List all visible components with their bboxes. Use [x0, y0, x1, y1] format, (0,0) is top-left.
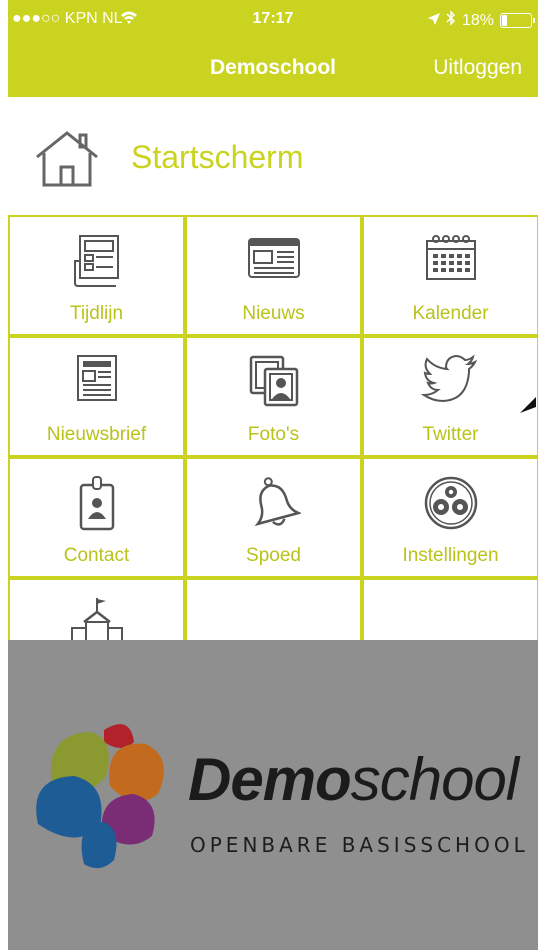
tile-spoed[interactable]: Spoed [185, 457, 362, 578]
school-icon [70, 598, 123, 645]
brand-subtitle: OPENBARE BASISSCHOOL [190, 833, 529, 857]
tile-nieuws[interactable]: Nieuws [185, 215, 362, 336]
tile-label: Nieuws [242, 303, 305, 324]
calendar-icon [425, 235, 476, 280]
logout-button[interactable]: Uitloggen [433, 56, 522, 80]
tile-label: Twitter [422, 424, 479, 445]
battery-percent: 18% [461, 11, 494, 29]
newsletter-icon [76, 355, 117, 401]
tile-instellingen[interactable]: Instellingen [362, 457, 538, 578]
navigation-bar: Demoschool Uitloggen [8, 40, 538, 97]
location-icon [427, 12, 440, 30]
tile-fotos[interactable]: Foto's [185, 336, 362, 457]
brand-name: Demoschool [188, 745, 519, 814]
stray-mark [520, 397, 536, 413]
contact-icon [79, 476, 114, 531]
tile-label: Foto's [247, 424, 300, 445]
news-icon [247, 238, 300, 278]
splash-overlay: Demoschool OPENBARE BASISSCHOOL [8, 640, 538, 950]
tile-nieuwsbrief[interactable]: Nieuwsbrief [8, 336, 185, 457]
tile-label: Nieuwsbrief [46, 424, 147, 445]
tile-contact[interactable]: Contact [8, 457, 185, 578]
tile-label: Spoed [246, 545, 301, 566]
school-logo [36, 724, 164, 869]
tile-twitter[interactable]: Twitter [362, 336, 538, 457]
battery-icon [500, 13, 535, 28]
bell-icon [254, 477, 301, 527]
status-bar: ●●●○○ KPN NL 17:17 18% [8, 0, 538, 40]
page-header: Startscherm [8, 97, 538, 215]
tile-label: Tijdlijn [69, 303, 124, 324]
page-title: Startscherm [131, 139, 304, 175]
twitter-icon [420, 354, 477, 403]
brand-light: school [350, 746, 519, 813]
brand-bold: Demo [188, 746, 352, 813]
tile-kalender[interactable]: Kalender [362, 215, 538, 336]
status-right: 18% [427, 10, 535, 31]
settings-icon [424, 476, 477, 530]
home-icon[interactable] [32, 129, 102, 194]
tile-label: Contact [63, 545, 130, 566]
photos-icon [249, 355, 298, 407]
timeline-icon [73, 235, 119, 287]
tile-label: Instellingen [402, 545, 499, 566]
tile-tijdlijn[interactable]: Tijdlijn [8, 215, 185, 336]
bluetooth-icon [446, 10, 456, 31]
tile-label: Kalender [412, 303, 489, 324]
